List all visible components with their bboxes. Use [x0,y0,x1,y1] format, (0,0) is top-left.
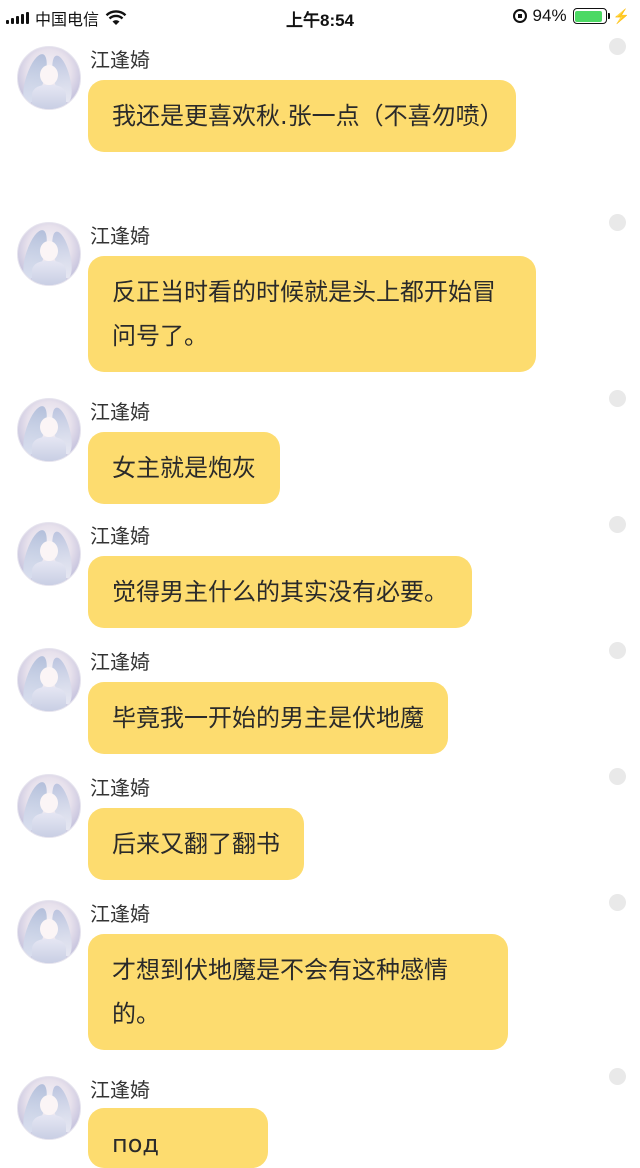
avatar[interactable] [17,522,81,586]
status-right: 94% ⚡ [512,6,630,26]
sender-name: 江逢婍 [90,902,150,926]
message-bubble[interactable]: 才想到伏地魔是不会有这种感情的。 [88,934,508,1050]
avatar[interactable] [17,1076,81,1140]
message-bubble[interactable]: под [88,1108,268,1168]
sender-name: 江逢婍 [90,48,150,72]
status-bar: 中国电信 上午8:54 94% ⚡ [0,0,640,34]
sender-name: 江逢婍 [90,1078,150,1102]
select-dot[interactable] [609,38,626,55]
select-dot[interactable] [609,516,626,533]
message-bubble[interactable]: 毕竟我一开始的男主是伏地魔 [88,682,448,754]
avatar[interactable] [17,774,81,838]
message-bubble[interactable]: 我还是更喜欢秋.张一点（不喜勿喷） [88,80,516,152]
avatar[interactable] [17,46,81,110]
select-dot[interactable] [609,1068,626,1085]
sender-name: 江逢婍 [90,776,150,800]
select-dot[interactable] [609,390,626,407]
charging-bolt-icon: ⚡ [612,7,630,24]
select-dot[interactable] [609,768,626,785]
avatar[interactable] [17,222,81,286]
sender-name: 江逢婍 [90,650,150,674]
message-bubble[interactable]: 觉得男主什么的其实没有必要。 [88,556,472,628]
battery-percent: 94% [532,6,567,25]
battery-icon [572,8,610,24]
battery-fill [575,10,603,22]
select-dot[interactable] [609,642,626,659]
select-dot[interactable] [609,894,626,911]
message-bubble[interactable]: 反正当时看的时候就是头上都开始冒问号了。 [88,256,536,372]
sender-name: 江逢婍 [90,400,150,424]
select-dot[interactable] [609,214,626,231]
avatar[interactable] [17,900,81,964]
orientation-lock-icon [512,9,527,23]
avatar[interactable] [17,398,81,462]
avatar[interactable] [17,648,81,712]
sender-name: 江逢婍 [90,524,150,548]
message-bubble[interactable]: 女主就是炮灰 [88,432,280,504]
sender-name: 江逢婍 [90,224,150,248]
message-bubble[interactable]: 后来又翻了翻书 [88,808,304,880]
